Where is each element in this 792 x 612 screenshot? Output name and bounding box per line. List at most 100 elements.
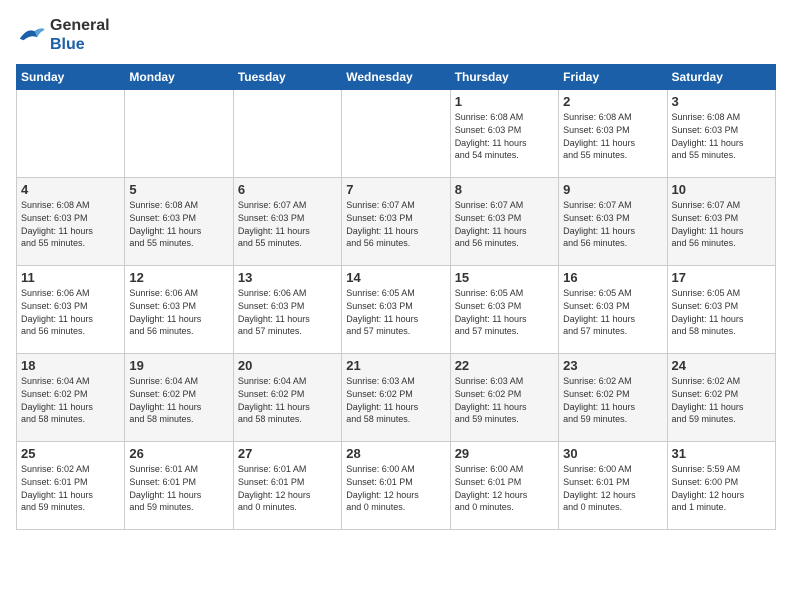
day-info: Sunrise: 6:03 AM Sunset: 6:02 PM Dayligh… xyxy=(346,375,445,425)
calendar-cell: 10 Sunrise: 6:07 AM Sunset: 6:03 PM Dayli… xyxy=(667,178,775,266)
week-row-2: 11 Sunrise: 6:06 AM Sunset: 6:03 PM Dayli… xyxy=(17,266,776,354)
day-info: Sunrise: 6:08 AM Sunset: 6:03 PM Dayligh… xyxy=(21,199,120,249)
calendar-cell: 16 Sunrise: 6:05 AM Sunset: 6:03 PM Dayli… xyxy=(559,266,667,354)
page-header: General Blue xyxy=(16,16,776,54)
header-cell-sunday: Sunday xyxy=(17,65,125,90)
calendar-cell: 29 Sunrise: 6:00 AM Sunset: 6:01 PM Dayli… xyxy=(450,442,558,530)
day-info: Sunrise: 6:08 AM Sunset: 6:03 PM Dayligh… xyxy=(563,111,662,161)
day-number: 11 xyxy=(21,270,120,285)
calendar-cell: 8 Sunrise: 6:07 AM Sunset: 6:03 PM Daylig… xyxy=(450,178,558,266)
calendar-cell: 24 Sunrise: 6:02 AM Sunset: 6:02 PM Dayli… xyxy=(667,354,775,442)
calendar-cell: 7 Sunrise: 6:07 AM Sunset: 6:03 PM Daylig… xyxy=(342,178,450,266)
week-row-0: 1 Sunrise: 6:08 AM Sunset: 6:03 PM Daylig… xyxy=(17,90,776,178)
day-info: Sunrise: 6:00 AM Sunset: 6:01 PM Dayligh… xyxy=(563,463,662,513)
calendar-cell: 23 Sunrise: 6:02 AM Sunset: 6:02 PM Dayli… xyxy=(559,354,667,442)
day-info: Sunrise: 6:00 AM Sunset: 6:01 PM Dayligh… xyxy=(346,463,445,513)
day-number: 5 xyxy=(129,182,228,197)
day-info: Sunrise: 6:01 AM Sunset: 6:01 PM Dayligh… xyxy=(238,463,337,513)
header-cell-monday: Monday xyxy=(125,65,233,90)
day-number: 21 xyxy=(346,358,445,373)
day-info: Sunrise: 6:04 AM Sunset: 6:02 PM Dayligh… xyxy=(129,375,228,425)
day-info: Sunrise: 6:08 AM Sunset: 6:03 PM Dayligh… xyxy=(129,199,228,249)
day-info: Sunrise: 6:05 AM Sunset: 6:03 PM Dayligh… xyxy=(563,287,662,337)
week-row-1: 4Sunrise: 6:08 AM Sunset: 6:03 PM Daylig… xyxy=(17,178,776,266)
day-info: Sunrise: 6:06 AM Sunset: 6:03 PM Dayligh… xyxy=(238,287,337,337)
day-number: 1 xyxy=(455,94,554,109)
header-row: SundayMondayTuesdayWednesdayThursdayFrid… xyxy=(17,65,776,90)
day-info: Sunrise: 6:05 AM Sunset: 6:03 PM Dayligh… xyxy=(672,287,771,337)
week-row-4: 25Sunrise: 6:02 AM Sunset: 6:01 PM Dayli… xyxy=(17,442,776,530)
day-number: 28 xyxy=(346,446,445,461)
day-info: Sunrise: 6:07 AM Sunset: 6:03 PM Dayligh… xyxy=(563,199,662,249)
calendar-cell: 15Sunrise: 6:05 AM Sunset: 6:03 PM Dayli… xyxy=(450,266,558,354)
day-number: 22 xyxy=(455,358,554,373)
day-number: 15 xyxy=(455,270,554,285)
day-number: 19 xyxy=(129,358,228,373)
day-number: 7 xyxy=(346,182,445,197)
header-cell-wednesday: Wednesday xyxy=(342,65,450,90)
day-number: 27 xyxy=(238,446,337,461)
day-number: 25 xyxy=(21,446,120,461)
calendar-cell: 1 Sunrise: 6:08 AM Sunset: 6:03 PM Daylig… xyxy=(450,90,558,178)
day-number: 13 xyxy=(238,270,337,285)
calendar-cell xyxy=(17,90,125,178)
day-number: 8 xyxy=(455,182,554,197)
logo-icon xyxy=(16,23,46,47)
day-number: 14 xyxy=(346,270,445,285)
day-number: 29 xyxy=(455,446,554,461)
logo: General Blue xyxy=(16,16,110,54)
day-number: 10 xyxy=(672,182,771,197)
day-info: Sunrise: 6:00 AM Sunset: 6:01 PM Dayligh… xyxy=(455,463,554,513)
calendar-table: SundayMondayTuesdayWednesdayThursdayFrid… xyxy=(16,64,776,530)
day-number: 12 xyxy=(129,270,228,285)
calendar-cell: 25Sunrise: 6:02 AM Sunset: 6:01 PM Dayli… xyxy=(17,442,125,530)
calendar-cell: 28 Sunrise: 6:00 AM Sunset: 6:01 PM Dayli… xyxy=(342,442,450,530)
day-info: Sunrise: 6:07 AM Sunset: 6:03 PM Dayligh… xyxy=(455,199,554,249)
day-info: Sunrise: 6:07 AM Sunset: 6:03 PM Dayligh… xyxy=(238,199,337,249)
week-row-3: 18 Sunrise: 6:04 AM Sunset: 6:02 PM Dayli… xyxy=(17,354,776,442)
calendar-header: SundayMondayTuesdayWednesdayThursdayFrid… xyxy=(17,65,776,90)
day-info: Sunrise: 6:04 AM Sunset: 6:02 PM Dayligh… xyxy=(21,375,120,425)
calendar-cell: 11 Sunrise: 6:06 AM Sunset: 6:03 PM Dayli… xyxy=(17,266,125,354)
calendar-cell: 31Sunrise: 5:59 AM Sunset: 6:00 PM Dayli… xyxy=(667,442,775,530)
calendar-cell: 9Sunrise: 6:07 AM Sunset: 6:03 PM Daylig… xyxy=(559,178,667,266)
header-cell-saturday: Saturday xyxy=(667,65,775,90)
day-number: 3 xyxy=(672,94,771,109)
header-cell-thursday: Thursday xyxy=(450,65,558,90)
day-info: Sunrise: 6:06 AM Sunset: 6:03 PM Dayligh… xyxy=(129,287,228,337)
calendar-cell: 27 Sunrise: 6:01 AM Sunset: 6:01 PM Dayli… xyxy=(233,442,341,530)
calendar-cell: 21 Sunrise: 6:03 AM Sunset: 6:02 PM Dayli… xyxy=(342,354,450,442)
day-number: 17 xyxy=(672,270,771,285)
day-number: 26 xyxy=(129,446,228,461)
day-number: 23 xyxy=(563,358,662,373)
calendar-cell: 22Sunrise: 6:03 AM Sunset: 6:02 PM Dayli… xyxy=(450,354,558,442)
calendar-cell: 12 Sunrise: 6:06 AM Sunset: 6:03 PM Dayli… xyxy=(125,266,233,354)
calendar-cell: 4Sunrise: 6:08 AM Sunset: 6:03 PM Daylig… xyxy=(17,178,125,266)
header-cell-tuesday: Tuesday xyxy=(233,65,341,90)
calendar-cell: 13 Sunrise: 6:06 AM Sunset: 6:03 PM Dayli… xyxy=(233,266,341,354)
day-info: Sunrise: 6:02 AM Sunset: 6:02 PM Dayligh… xyxy=(672,375,771,425)
day-info: Sunrise: 6:07 AM Sunset: 6:03 PM Dayligh… xyxy=(346,199,445,249)
calendar-cell: 3Sunrise: 6:08 AM Sunset: 6:03 PM Daylig… xyxy=(667,90,775,178)
day-info: Sunrise: 6:02 AM Sunset: 6:02 PM Dayligh… xyxy=(563,375,662,425)
calendar-cell: 30 Sunrise: 6:00 AM Sunset: 6:01 PM Dayli… xyxy=(559,442,667,530)
calendar-cell: 6 Sunrise: 6:07 AM Sunset: 6:03 PM Daylig… xyxy=(233,178,341,266)
day-number: 30 xyxy=(563,446,662,461)
day-number: 24 xyxy=(672,358,771,373)
calendar-cell: 26Sunrise: 6:01 AM Sunset: 6:01 PM Dayli… xyxy=(125,442,233,530)
calendar-cell: 19 Sunrise: 6:04 AM Sunset: 6:02 PM Dayli… xyxy=(125,354,233,442)
calendar-cell: 20Sunrise: 6:04 AM Sunset: 6:02 PM Dayli… xyxy=(233,354,341,442)
logo-text: General Blue xyxy=(50,16,110,54)
calendar-cell xyxy=(342,90,450,178)
calendar-cell: 2Sunrise: 6:08 AM Sunset: 6:03 PM Daylig… xyxy=(559,90,667,178)
day-number: 16 xyxy=(563,270,662,285)
day-info: Sunrise: 6:07 AM Sunset: 6:03 PM Dayligh… xyxy=(672,199,771,249)
day-info: Sunrise: 6:06 AM Sunset: 6:03 PM Dayligh… xyxy=(21,287,120,337)
day-number: 18 xyxy=(21,358,120,373)
day-number: 6 xyxy=(238,182,337,197)
day-info: Sunrise: 6:08 AM Sunset: 6:03 PM Dayligh… xyxy=(455,111,554,161)
header-cell-friday: Friday xyxy=(559,65,667,90)
calendar-cell: 5 Sunrise: 6:08 AM Sunset: 6:03 PM Daylig… xyxy=(125,178,233,266)
day-info: Sunrise: 6:04 AM Sunset: 6:02 PM Dayligh… xyxy=(238,375,337,425)
calendar-cell: 14Sunrise: 6:05 AM Sunset: 6:03 PM Dayli… xyxy=(342,266,450,354)
